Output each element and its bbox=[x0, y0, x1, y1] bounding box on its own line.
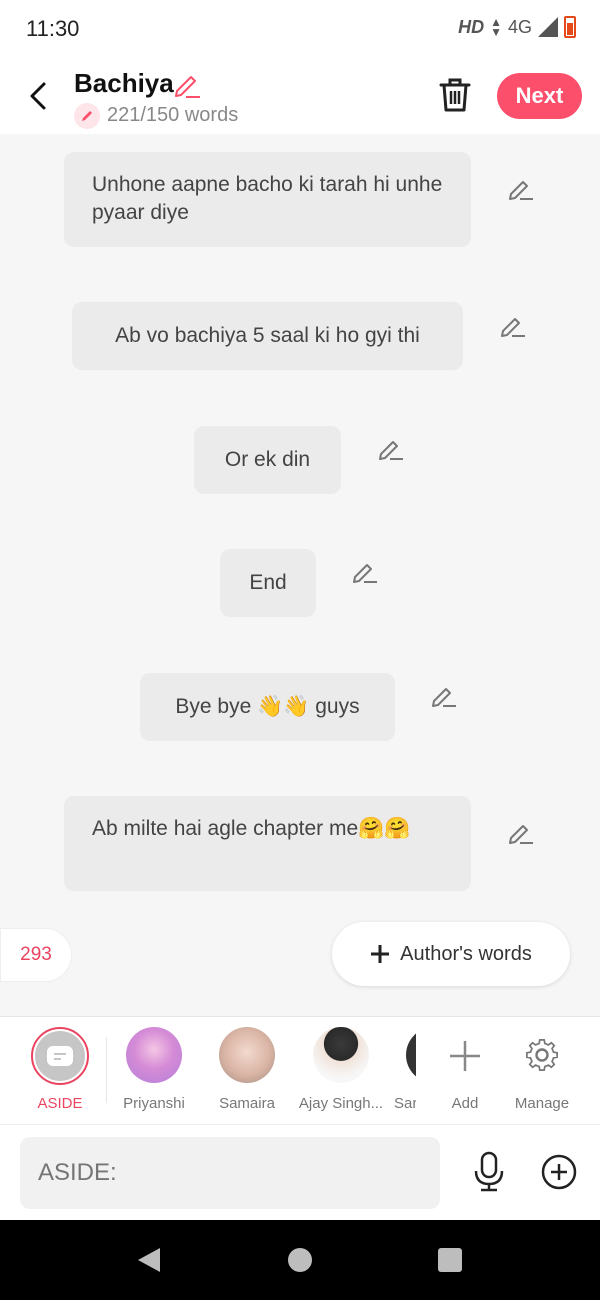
story-title: Bachiya bbox=[74, 68, 174, 98]
word-count-badge[interactable]: 293 bbox=[0, 928, 72, 982]
title-edit-icon[interactable] bbox=[172, 70, 202, 100]
message-input[interactable] bbox=[20, 1137, 440, 1209]
edit-message-icon[interactable] bbox=[377, 434, 405, 462]
battery-icon bbox=[564, 16, 576, 38]
edit-message-icon[interactable] bbox=[499, 311, 527, 339]
message-text: Or ek din bbox=[224, 448, 311, 471]
plus-icon bbox=[450, 1041, 480, 1071]
chat-bubble-icon bbox=[47, 1046, 73, 1066]
next-button[interactable]: Next bbox=[497, 73, 582, 119]
header: Bachiya 221/150 words Next bbox=[0, 60, 600, 134]
message-bubble[interactable]: Bye bye 👋👋 guys bbox=[140, 673, 395, 741]
character-label: Priyanshi bbox=[123, 1095, 185, 1112]
status-bar: 11:30 HD ▲ ▼ 4G bbox=[0, 0, 600, 60]
divider bbox=[106, 1037, 107, 1103]
gear-icon bbox=[526, 1039, 558, 1071]
message-text: Bye bye 👋👋 guys bbox=[175, 695, 360, 718]
character-aside[interactable]: ASIDE bbox=[15, 1027, 105, 1112]
character-label: Sar bbox=[394, 1095, 416, 1112]
character-ajay-singh[interactable]: Ajay Singh... bbox=[296, 1027, 386, 1112]
author-words-label: Author's words bbox=[400, 942, 532, 965]
add-attachment-button[interactable] bbox=[540, 1153, 578, 1191]
edit-message-icon[interactable] bbox=[430, 681, 458, 709]
nav-recent-apps-icon[interactable] bbox=[438, 1248, 462, 1272]
back-button[interactable] bbox=[20, 76, 56, 116]
manage-characters-button[interactable]: Manage bbox=[497, 1027, 587, 1112]
word-count: 221/150 words bbox=[107, 104, 239, 126]
chevron-left-icon bbox=[30, 82, 46, 110]
message-bubble[interactable]: Ab milte hai agle chapter me🤗🤗 bbox=[64, 796, 471, 891]
trash-icon bbox=[439, 78, 471, 112]
character-priyanshi[interactable]: Priyanshi bbox=[109, 1027, 199, 1112]
hd-indicator: HD bbox=[458, 16, 485, 37]
message-bubble[interactable]: End bbox=[220, 549, 316, 617]
character-bar: ASIDE Priyanshi Samaira Ajay Singh... Sa… bbox=[0, 1016, 600, 1124]
edit-message-icon[interactable] bbox=[507, 818, 535, 846]
edit-message-icon[interactable] bbox=[351, 557, 379, 585]
character-label: ASIDE bbox=[37, 1095, 83, 1112]
message-text: Ab vo bachiya 5 saal ki ho gyi thi bbox=[115, 324, 420, 347]
message-bubble[interactable]: Ab vo bachiya 5 saal ki ho gyi thi bbox=[72, 302, 463, 370]
status-indicators: HD ▲ ▼ 4G bbox=[458, 16, 576, 38]
author-words-button[interactable]: Author's words bbox=[332, 922, 570, 986]
edit-message-icon[interactable] bbox=[507, 174, 535, 202]
plus-icon bbox=[371, 945, 390, 963]
message-text: Unhone aapne bacho ki tarah hi unhe pyaa… bbox=[92, 173, 443, 224]
nav-back-icon[interactable] bbox=[136, 1246, 162, 1274]
pencil-icon bbox=[74, 103, 100, 129]
voice-input-button[interactable] bbox=[470, 1151, 508, 1193]
data-arrows-icon: ▲ ▼ bbox=[490, 15, 502, 39]
delete-button[interactable] bbox=[438, 76, 474, 116]
message-text: End bbox=[249, 571, 287, 594]
avatar bbox=[126, 1027, 182, 1083]
chat-area: Unhone aapne bacho ki tarah hi unhe pyaa… bbox=[0, 134, 600, 1016]
status-time: 11:30 bbox=[26, 16, 80, 41]
aside-avatar bbox=[31, 1027, 89, 1085]
character-samaira[interactable]: Samaira bbox=[202, 1027, 292, 1112]
signal-icon bbox=[538, 17, 558, 37]
nav-home-icon[interactable] bbox=[288, 1248, 312, 1272]
microphone-icon bbox=[474, 1151, 504, 1192]
manage-label: Manage bbox=[514, 1095, 570, 1112]
character-label: Ajay Singh... bbox=[298, 1095, 384, 1112]
avatar bbox=[313, 1027, 369, 1083]
system-nav-bar bbox=[0, 1220, 600, 1300]
message-text: Ab milte hai agle chapter me🤗🤗 bbox=[92, 817, 411, 840]
plus-circle-icon bbox=[541, 1154, 577, 1190]
input-bar bbox=[0, 1124, 600, 1220]
message-bubble[interactable]: Or ek din bbox=[194, 426, 341, 494]
character-label: Samaira bbox=[219, 1095, 275, 1112]
character-partial[interactable]: Sar bbox=[390, 1027, 416, 1112]
avatar bbox=[219, 1027, 275, 1083]
message-bubble[interactable]: Unhone aapne bacho ki tarah hi unhe pyaa… bbox=[64, 152, 471, 247]
network-type: 4G bbox=[507, 16, 532, 37]
avatar bbox=[406, 1027, 416, 1083]
